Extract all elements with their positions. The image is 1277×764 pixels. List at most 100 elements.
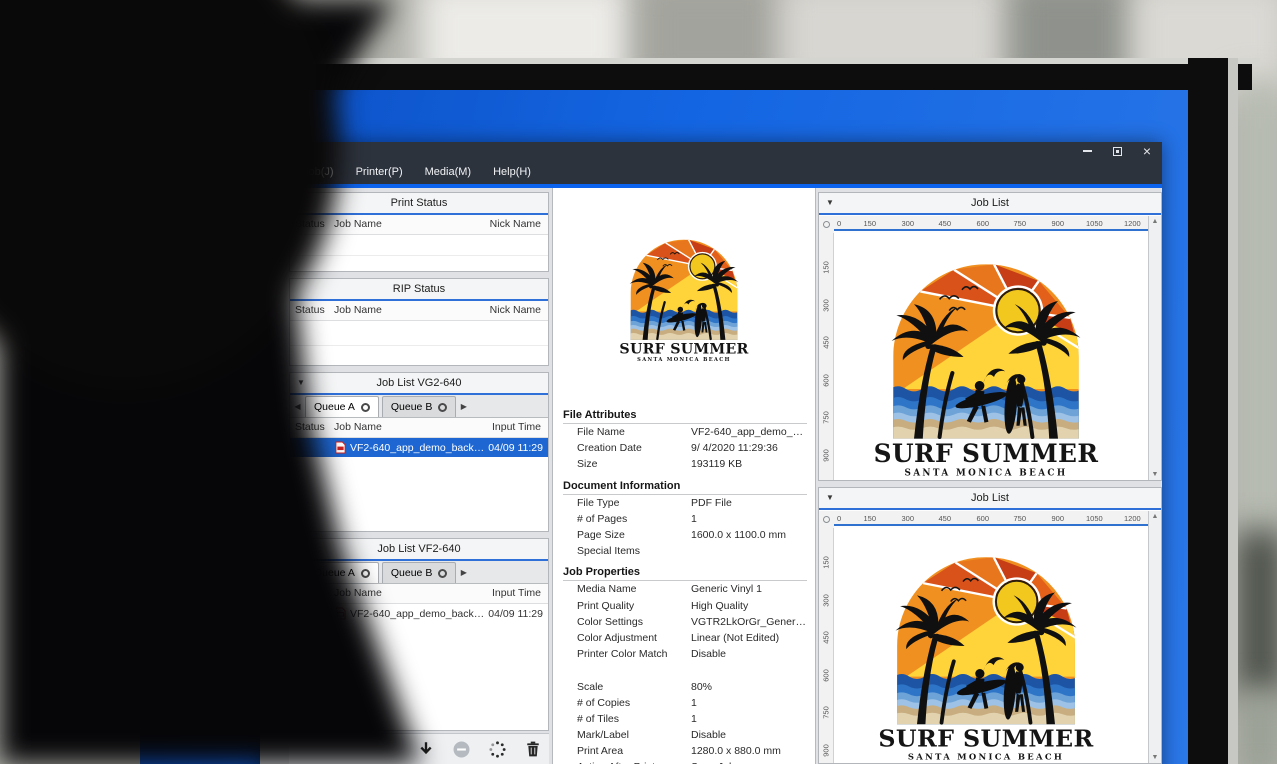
ruler-label: 900: [1051, 219, 1064, 228]
tab-queue-b[interactable]: Queue B: [382, 396, 456, 417]
remove-icon[interactable]: [452, 740, 471, 759]
vertical-scrollbar[interactable]: ▲ ▼: [1148, 511, 1161, 763]
print-status-panel: Print Status Status Job Name Nick Name: [289, 192, 549, 272]
rip-status-panel: RIP Status Status Job Name Nick Name: [289, 278, 549, 366]
ruler-label: 0: [837, 514, 841, 523]
ruler-label: 900: [822, 446, 831, 466]
tab-queue-a[interactable]: Queue A: [305, 396, 379, 417]
job-list-vf2-header[interactable]: ▼ Job List VF2-640: [290, 539, 548, 561]
col-job-name: Job Name: [334, 218, 382, 230]
detail-value: 193119 KB: [691, 458, 807, 470]
left-column: Print Status Status Job Name Nick Name R…: [289, 188, 549, 764]
ruler-label: 150: [863, 514, 876, 523]
maximize-button[interactable]: [1102, 142, 1132, 160]
job-preview-thumbnail: [613, 224, 755, 362]
close-button[interactable]: ×: [1132, 142, 1162, 160]
detail-value: VF2-640_app_demo_backli...: [691, 426, 807, 438]
download-icon[interactable]: [417, 740, 435, 758]
gear-icon[interactable]: [438, 403, 447, 412]
detail-value: VGTR2LkOrGr_GenericPVC...: [691, 616, 807, 628]
collapse-triangle-icon[interactable]: ▼: [826, 494, 834, 502]
layout-canvas[interactable]: [834, 528, 1148, 763]
job-name: VF2-640_app_demo_backlit_dp...: [350, 608, 484, 620]
column-headers: Status Job Name Nick Name: [290, 215, 548, 235]
detail-label: Print Area: [563, 745, 691, 757]
scroll-down-icon[interactable]: ▼: [1152, 754, 1159, 761]
background-blur: [1235, 80, 1277, 540]
col-status: Status: [295, 304, 325, 316]
tab-prev-icon[interactable]: ◀: [290, 561, 305, 583]
scroll-up-icon[interactable]: ▲: [1152, 218, 1159, 225]
vertical-scrollbar[interactable]: ▲ ▼: [1148, 216, 1161, 480]
column-headers: Status Job Name Input Time: [290, 418, 548, 438]
gear-icon[interactable]: [361, 569, 370, 578]
minimize-button[interactable]: [1072, 142, 1102, 160]
tab-next-icon[interactable]: ▶: [456, 561, 471, 583]
detail-label: Page Size: [563, 529, 691, 541]
tab-prev-icon[interactable]: ◀: [290, 395, 305, 417]
detail-label: # of Tiles: [563, 713, 691, 725]
pdf-file-icon: [335, 607, 346, 620]
detail-label: Media Name: [563, 583, 691, 595]
detail-value: Generic Vinyl 1: [691, 583, 807, 595]
ruler-label: 450: [822, 628, 831, 648]
ruler-label: 1050: [1086, 219, 1103, 228]
layout-canvas[interactable]: [834, 233, 1148, 480]
scroll-down-icon[interactable]: ▼: [1152, 471, 1159, 478]
section-heading: File Attributes: [563, 406, 807, 424]
tab-queue-b[interactable]: Queue B: [382, 562, 456, 583]
job-row-selected[interactable]: VF2-640_app_demo_backlit_dp... 04/09 11:…: [290, 438, 548, 457]
job-toolbar: [289, 733, 549, 764]
col-input-time: Input Time: [492, 587, 541, 599]
input-time: 04/09 11:29: [488, 442, 543, 454]
job-list-vg2-panel: ▼ Job List VG2-640 ◀ Queue A Queue B ▶ S…: [289, 372, 549, 532]
menu-item-media[interactable]: Media(M): [414, 160, 482, 184]
tab-label: Queue A: [314, 401, 355, 413]
job-artwork-preview: [860, 531, 1112, 761]
detail-label: # of Pages: [563, 513, 691, 525]
detail-value: Disable: [691, 648, 807, 660]
scroll-up-icon[interactable]: ▲: [1152, 513, 1159, 520]
ruler-label: 1050: [1086, 514, 1103, 523]
ruler-label: 300: [901, 514, 914, 523]
refresh-spinner-icon[interactable]: [488, 740, 507, 759]
tab-next-icon[interactable]: ▶: [456, 395, 471, 417]
tab-label: Queue B: [391, 567, 432, 579]
monitor-bezel-edge: [1228, 58, 1238, 764]
collapse-triangle-icon[interactable]: ▼: [826, 199, 834, 207]
detail-value: Linear (Not Edited): [691, 632, 807, 644]
gear-icon[interactable]: [361, 403, 370, 412]
detail-label: # of Copies: [563, 697, 691, 709]
preview-panel-header[interactable]: ▼ Job List: [819, 488, 1161, 510]
detail-value: High Quality: [691, 600, 807, 612]
collapse-triangle-icon[interactable]: ▼: [297, 379, 305, 387]
col-job-name: Job Name: [334, 421, 382, 433]
menu-item-help[interactable]: Help(H): [482, 160, 542, 184]
detail-label: File Name: [563, 426, 691, 438]
maximize-icon: [1113, 147, 1122, 156]
ruler-label: 300: [822, 591, 831, 611]
detail-value: PDF File: [691, 497, 807, 509]
menu-item-printer[interactable]: Printer(P): [345, 160, 414, 184]
ruler-label: 300: [901, 219, 914, 228]
collapse-triangle-icon[interactable]: ▼: [297, 545, 305, 553]
panel-title: Job List VG2-640: [377, 377, 462, 389]
job-artwork-preview: [860, 237, 1112, 477]
column-headers: Status Job Name Input Time: [290, 584, 548, 604]
tab-queue-a[interactable]: Queue A: [305, 562, 379, 583]
detail-label: Color Settings: [563, 616, 691, 628]
monitor-bezel: [1188, 58, 1232, 764]
detail-label: Print Quality: [563, 600, 691, 612]
ruler-label: 750: [822, 408, 831, 428]
panel-title: Job List: [971, 197, 1009, 209]
tab-label: Queue B: [391, 401, 432, 413]
ruler-label: 600: [822, 666, 831, 686]
gear-icon[interactable]: [438, 569, 447, 578]
trash-icon[interactable]: [524, 740, 542, 758]
job-row[interactable]: VF2-640_app_demo_backlit_dp... 04/09 11:…: [290, 604, 548, 623]
job-list-vg2-header[interactable]: ▼ Job List VG2-640: [290, 373, 548, 395]
detail-label: Special Items: [563, 545, 691, 557]
preview-panel-header[interactable]: ▼ Job List: [819, 193, 1161, 215]
ruler-label: 450: [822, 333, 831, 353]
menu-item-job[interactable]: Job(J): [292, 160, 345, 184]
